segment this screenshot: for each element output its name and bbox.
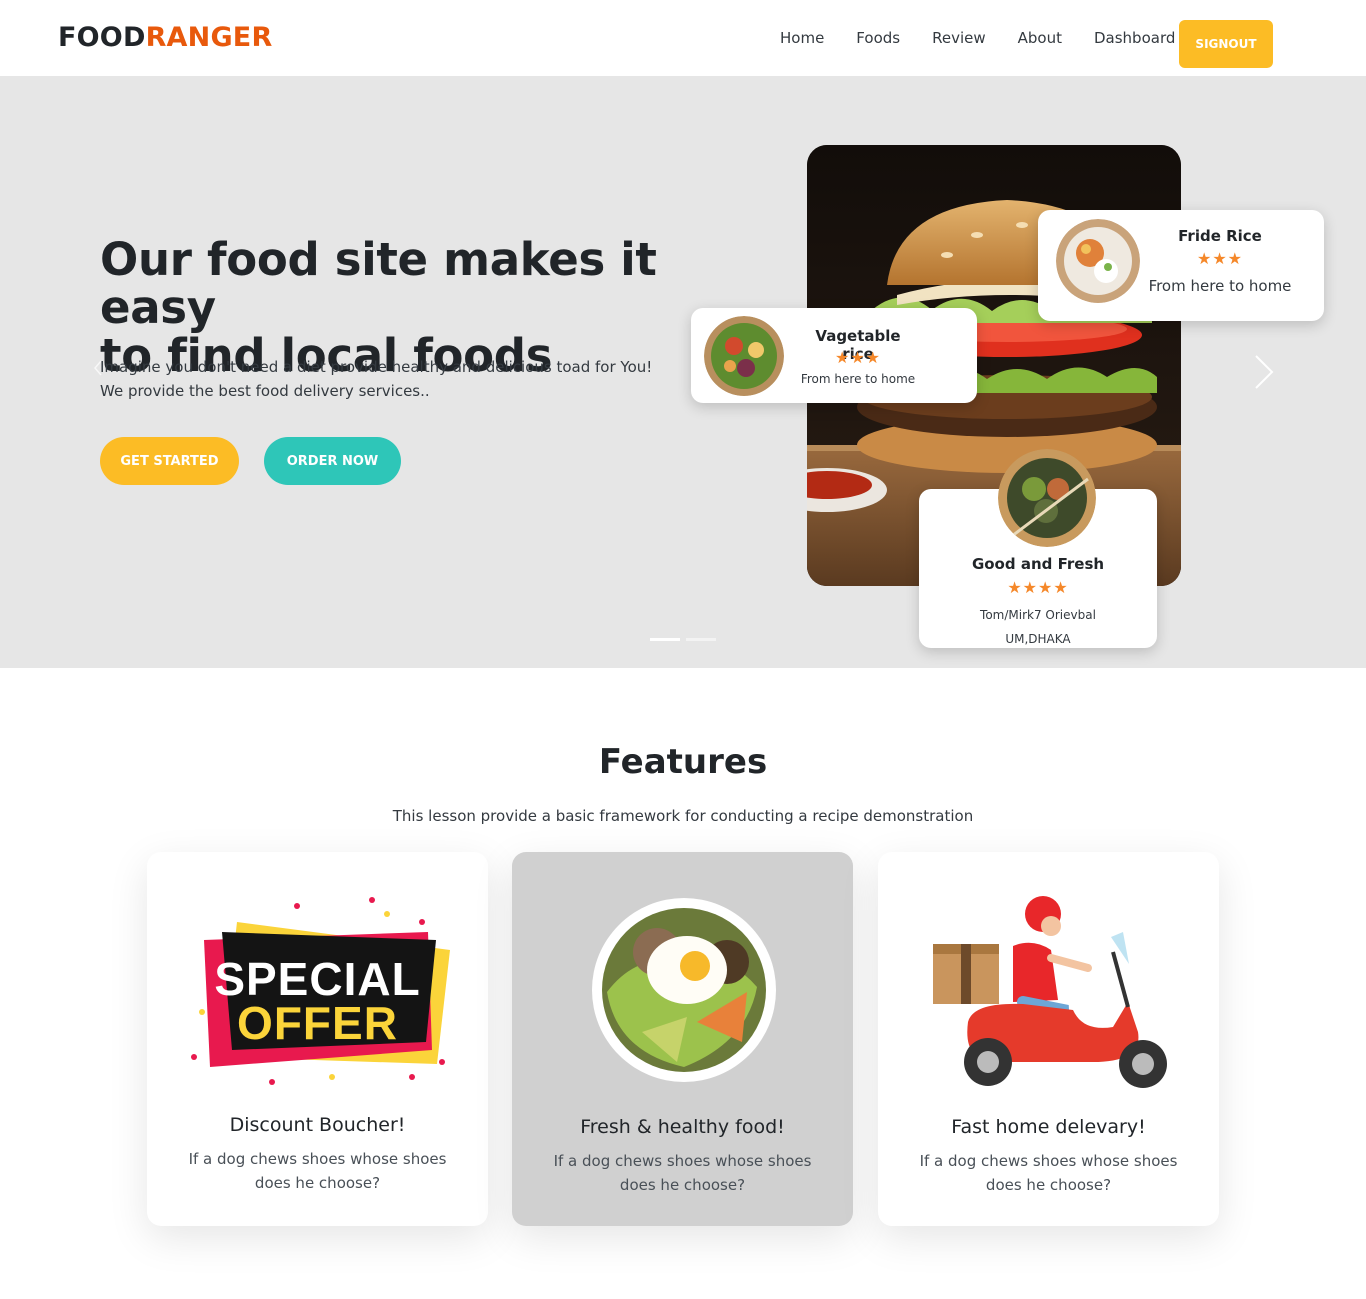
feature-text-fresh-line2: does he choose? (619, 1176, 746, 1194)
nav-link-review[interactable]: Review (932, 29, 986, 47)
delivery-scooter-image (913, 892, 1184, 1092)
feature-text-delivery-line2: does he choose? (985, 1176, 1112, 1194)
chevron-left-icon[interactable] (92, 360, 104, 376)
fride-rice-stars: ★★★ (1196, 249, 1244, 268)
feature-text-discount: If a dog chews shoes whose shoes does he… (187, 1147, 448, 1195)
features-subtitle: This lesson provide a basic framework fo… (392, 807, 974, 825)
nav-link-about[interactable]: About (1018, 29, 1062, 47)
food-card-good-and-fresh[interactable]: Good and Fresh ★★★★ Tom/Mirk7 Orievbal U… (919, 449, 1157, 648)
carousel-indicator-2[interactable] (686, 638, 716, 641)
special-offer-image: SPECIAL OFFER (182, 892, 453, 1092)
fride-rice-title: Fride Rice (1178, 227, 1262, 245)
poke-bowl-illustration (998, 449, 1096, 547)
fride-rice-subtitle: From here to home (1148, 277, 1292, 295)
good-fresh-line2: UM,DHAKA (1005, 632, 1071, 646)
navbar: FOODRANGER Home Foods Review About Dashb… (0, 0, 1366, 76)
vagetable-rice-stars: ★★★ (834, 348, 882, 367)
feature-text-fresh: If a dog chews shoes whose shoes does he… (552, 1149, 813, 1197)
good-fresh-bowl-image (998, 449, 1096, 547)
signout-button[interactable]: SIGNOUT (1179, 20, 1273, 68)
delivery-scooter-illustration (933, 896, 1167, 1088)
feature-text-delivery-line1: If a dog chews shoes whose shoes (919, 1152, 1178, 1170)
brand-part-food: FOOD (58, 22, 146, 53)
hero-carousel: Our food site makes it easy to find loca… (0, 76, 1366, 668)
brand-part-ranger: RANGER (145, 22, 273, 53)
feature-title-discount: Discount Boucher! (229, 1114, 406, 1136)
chevron-right-icon[interactable] (1252, 354, 1276, 390)
vagetable-rice-image (704, 316, 784, 396)
feature-card-discount[interactable]: SPECIAL OFFER Discount Boucher! If a dog… (147, 852, 488, 1226)
feature-card-fresh[interactable]: Fresh & healthy food! If a dog chews sho… (512, 852, 853, 1226)
nav-link-home[interactable]: Home (780, 29, 824, 47)
fride-rice-image (1056, 219, 1140, 303)
feature-text-delivery: If a dog chews shoes whose shoes does he… (918, 1149, 1179, 1197)
good-fresh-title: Good and Fresh (971, 555, 1105, 573)
carousel-indicators (650, 638, 722, 641)
order-now-button[interactable]: ORDER NOW (264, 437, 401, 485)
good-fresh-stars: ★★★★ (1007, 578, 1069, 597)
healthy-bowl-image (547, 892, 818, 1092)
food-card-fride-rice[interactable]: Fride Rice ★★★ From here to home (1038, 210, 1324, 321)
hero-desc-line2: We provide the best food delivery servic… (100, 382, 430, 400)
nav-link-dashboard[interactable]: Dashboard (1094, 29, 1175, 47)
feature-text-fresh-line1: If a dog chews shoes whose shoes (553, 1152, 812, 1170)
brand-logo[interactable]: FOODRANGER (58, 22, 272, 53)
special-offer-text-line2: OFFER (237, 997, 398, 1049)
fride-rice-plate-illustration (1056, 219, 1140, 303)
get-started-button[interactable]: GET STARTED (100, 437, 239, 485)
hero-desc-line1: Imagine you don't need a diet provide he… (100, 358, 653, 376)
feature-text-discount-line2: does he choose? (254, 1174, 381, 1192)
hero-title-line1: Our food site makes it easy (100, 233, 657, 334)
feature-title-fresh: Fresh & healthy food! (580, 1116, 785, 1138)
special-offer-text-line1: SPECIAL (214, 953, 421, 1005)
feature-card-delivery[interactable]: Fast home delevary! If a dog chews shoes… (878, 852, 1219, 1226)
features-title: Features (598, 742, 768, 782)
hero-description: Imagine you don't need a diet provide he… (100, 355, 660, 403)
healthy-bowl-illustration (592, 898, 776, 1082)
good-fresh-line1: Tom/Mirk7 Orievbal (980, 608, 1096, 622)
feature-text-discount-line1: If a dog chews shoes whose shoes (188, 1150, 447, 1168)
carousel-indicator-1[interactable] (650, 638, 680, 641)
nav-links: Home Foods Review About Dashboard (780, 29, 1207, 47)
feature-title-delivery: Fast home delevary! (951, 1116, 1146, 1138)
vagetable-rice-subtitle: From here to home (800, 372, 916, 386)
food-card-vagetable-rice[interactable]: Vagetable rice ★★★ From here to home (691, 308, 977, 403)
salad-bowl-illustration (704, 316, 784, 396)
nav-link-foods[interactable]: Foods (856, 29, 900, 47)
